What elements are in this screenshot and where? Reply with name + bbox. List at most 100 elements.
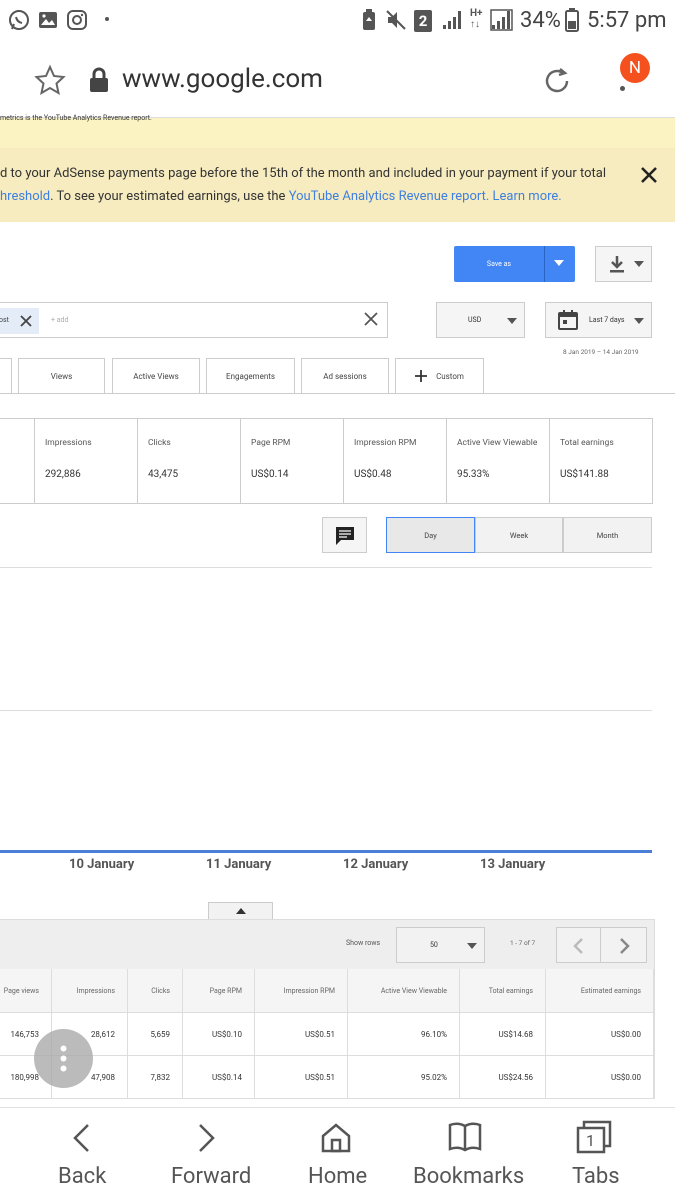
clock: 5:57 pm	[587, 8, 667, 33]
threshold-link[interactable]: hreshold	[0, 189, 50, 204]
x-axis-label: 10 January	[69, 857, 135, 872]
comment-icon	[336, 527, 354, 545]
cell: US$0.14	[183, 1056, 255, 1099]
banner-line-1: d to your AdSense payments page before t…	[0, 166, 606, 181]
bookmarks-button[interactable]: Bookmarks	[413, 1164, 524, 1189]
browser-address-bar: www.google.com N	[0, 42, 675, 118]
tab-engagements[interactable]: Engagements	[206, 358, 295, 393]
chip-close-icon[interactable]	[20, 315, 32, 327]
chevron-down-icon	[467, 943, 477, 949]
currency-select[interactable]: USD	[436, 302, 525, 338]
metric-card-clicks[interactable]: Clicks 43,475	[138, 418, 241, 504]
show-rows-label: Show rows	[346, 939, 381, 947]
tabs-button[interactable]: Tabs	[572, 1164, 620, 1189]
granularity-week[interactable]: Week	[475, 517, 563, 553]
filter-input[interactable]: ost + add	[0, 302, 388, 338]
banner-line-2: hreshold. To see your estimated earnings…	[0, 189, 562, 204]
table-toolbar: Show rows 50 1 - 7 of 7	[0, 919, 655, 969]
banner-top-snippet: metrics is the YouTube Analytics Revenue…	[0, 114, 152, 122]
more-vert-icon	[60, 1045, 67, 1072]
metric-card-impressions[interactable]: Impressions 292,886	[35, 418, 138, 504]
plus-icon	[415, 370, 428, 382]
cell: US$14.68	[460, 1013, 546, 1056]
tab-partial[interactable]	[0, 358, 12, 393]
home-button[interactable]: Home	[308, 1164, 367, 1189]
menu-dots-icon[interactable]	[620, 86, 625, 91]
rows-per-page-select[interactable]: 50	[396, 927, 485, 963]
learn-more-link[interactable]: Learn more.	[493, 189, 562, 204]
close-icon[interactable]	[640, 166, 658, 184]
forward-button[interactable]: Forward	[171, 1164, 251, 1189]
page-info: 1 - 7 of 7	[510, 939, 536, 947]
chevron-left-icon	[573, 938, 583, 954]
back-button[interactable]: Back	[58, 1164, 106, 1189]
battery-icon	[565, 8, 579, 32]
next-page-button[interactable]	[600, 927, 647, 963]
chart-gridline	[0, 567, 652, 568]
date-range-select[interactable]: Last 7 days	[545, 302, 652, 338]
clear-icon[interactable]	[364, 312, 378, 326]
col-estimated-earnings[interactable]: Estimated earnings	[546, 969, 654, 1013]
prev-page-button[interactable]	[556, 927, 601, 963]
tab-custom-label: Custom	[436, 371, 464, 381]
avatar[interactable]: N	[620, 53, 650, 83]
col-total-earnings[interactable]: Total earnings	[460, 969, 546, 1013]
cell: 7,832	[128, 1056, 183, 1099]
add-filter-placeholder[interactable]: + add	[51, 316, 68, 324]
chevron-up-icon	[236, 908, 246, 914]
tabs-count: 1	[586, 1131, 595, 1150]
notification-dot-icon	[105, 17, 109, 21]
signal-icon-2	[490, 9, 513, 31]
annotations-button[interactable]	[322, 517, 367, 553]
filter-chip[interactable]: ost	[0, 308, 39, 334]
chevron-down-icon[interactable]	[553, 259, 565, 267]
bookmarks-icon[interactable]	[447, 1121, 483, 1153]
col-active-view[interactable]: Active View Viewable	[348, 969, 460, 1013]
collapse-chart-toggle[interactable]	[208, 902, 273, 920]
chevron-down-icon	[507, 318, 517, 324]
granularity-month[interactable]: Month	[563, 517, 652, 553]
col-page-rpm[interactable]: Page RPM	[183, 969, 255, 1013]
calendar-icon	[558, 310, 578, 330]
notice-banner: metrics is the YouTube Analytics Revenue…	[0, 114, 675, 222]
x-axis-label: 11 January	[206, 857, 272, 872]
metric-card-partial	[0, 418, 35, 504]
col-clicks[interactable]: Clicks	[128, 969, 183, 1013]
back-icon[interactable]	[70, 1122, 92, 1154]
cell: 95.02%	[348, 1056, 460, 1099]
youtube-analytics-link[interactable]: YouTube Analytics Revenue report.	[289, 189, 490, 204]
star-icon[interactable]	[34, 64, 66, 96]
metric-card-total-earnings[interactable]: Total earnings US$141.88	[550, 418, 653, 504]
col-page-views[interactable]: Page views	[0, 969, 52, 1013]
battery-saver-icon	[363, 9, 375, 30]
reload-icon[interactable]	[540, 64, 574, 98]
tab-custom[interactable]: Custom	[395, 358, 484, 393]
col-impressions[interactable]: Impressions	[52, 969, 128, 1013]
mute-icon	[386, 10, 406, 30]
lock-icon	[90, 67, 108, 92]
x-axis-label: 13 January	[480, 857, 546, 872]
cell: 96.10%	[348, 1013, 460, 1056]
tab-active-views[interactable]: Active Views	[112, 358, 200, 393]
save-as-button[interactable]: Save as	[454, 246, 575, 282]
metric-card-page-rpm[interactable]: Page RPM US$0.14	[241, 418, 344, 504]
sim-indicator: 2	[414, 10, 432, 32]
forward-icon[interactable]	[196, 1122, 218, 1154]
date-span-label: 8 Jan 2019 – 14 Jan 2019	[563, 348, 639, 356]
chart-gridline	[0, 710, 652, 711]
tab-ad-sessions[interactable]: Ad sessions	[301, 358, 389, 393]
floating-menu-button[interactable]	[34, 1029, 93, 1088]
gallery-icon	[39, 12, 57, 28]
status-bar: 2 H+ ↑↓ 34% 5:57 pm	[0, 0, 675, 42]
url-text[interactable]: www.google.com	[122, 64, 323, 94]
cell: US$0.51	[255, 1013, 348, 1056]
cell: 5,659	[128, 1013, 183, 1056]
tab-views[interactable]: Views	[18, 358, 105, 393]
metric-card-impression-rpm[interactable]: Impression RPM US$0.48	[344, 418, 447, 504]
granularity-day[interactable]: Day	[386, 517, 475, 553]
metric-card-active-view[interactable]: Active View Viewable 95.33%	[447, 418, 550, 504]
home-icon[interactable]	[320, 1122, 352, 1154]
cell: US$0.10	[183, 1013, 255, 1056]
download-button[interactable]	[595, 246, 652, 282]
col-impression-rpm[interactable]: Impression RPM	[255, 969, 348, 1013]
